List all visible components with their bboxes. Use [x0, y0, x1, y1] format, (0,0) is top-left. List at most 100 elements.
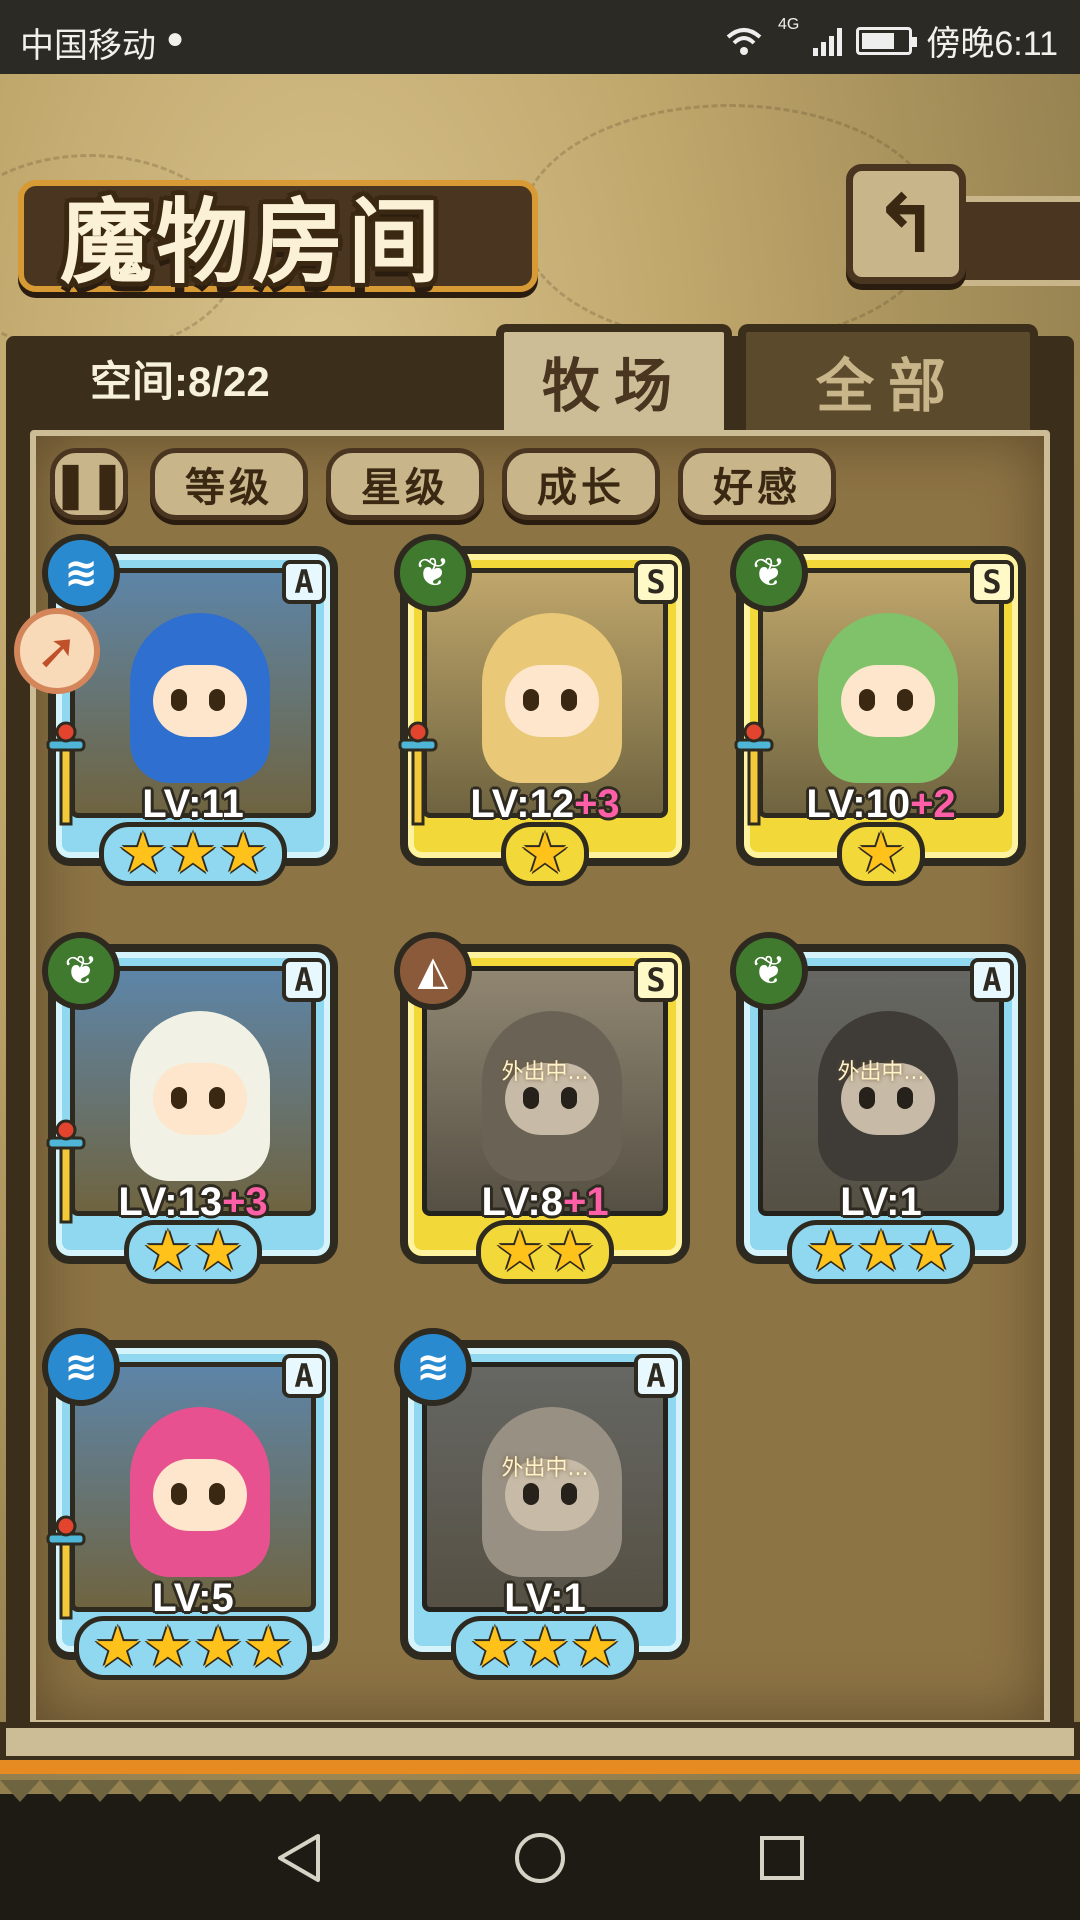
star-icon: ★: [243, 1615, 294, 1680]
star-plate: ★: [500, 821, 590, 886]
wifi-icon: [726, 27, 762, 55]
monster-face: [505, 665, 599, 737]
star-icon: ★: [494, 1219, 545, 1284]
water-element-icon: ≋: [394, 1328, 472, 1406]
monster-card[interactable]: A ≋ LV:11 ★ ★ ★: [42, 534, 338, 886]
star-rating: ★ ★ ★ ★: [48, 1616, 338, 1680]
monster-eye: [209, 1483, 225, 1505]
rank-badge: A: [282, 958, 326, 1002]
star-rating: ★: [400, 822, 690, 886]
monster-eye: [171, 1483, 187, 1505]
star-plate: ★ ★ ★: [450, 1615, 640, 1680]
game-screen: 中国移动 ● 4G 傍晚6:11 魔物房间 ↰ 空间:8/22 牧场 全部 ❚❚…: [0, 0, 1080, 1920]
star-icon: ★: [469, 1615, 520, 1680]
network-type: 4G: [778, 16, 800, 33]
status-icons: 4G 傍晚6:11: [724, 16, 1058, 65]
star-plate: ★ ★ ★: [98, 821, 288, 886]
rank-badge: A: [282, 560, 326, 604]
star-icon: ★: [142, 1615, 193, 1680]
panel-bottom-rail: [0, 1722, 1080, 1762]
rank-badge: A: [282, 1354, 326, 1398]
capacity-label: 空间:8/22: [90, 358, 270, 405]
star-icon: ★: [193, 1615, 244, 1680]
star-rating: ★ ★ ★: [400, 1616, 690, 1680]
leaf-element-icon: ❦: [42, 932, 120, 1010]
monster-portrait: [422, 568, 668, 818]
monster-card[interactable]: S ❦ LV:10+2 ★: [730, 534, 1026, 886]
monster-portrait: [758, 966, 1004, 1216]
star-icon: ★: [519, 821, 571, 886]
monster-card[interactable]: A ❦ 外出中... LV:1 ★ ★ ★: [730, 932, 1026, 1284]
nav-back-icon[interactable]: [272, 1830, 328, 1886]
tab-all[interactable]: 全部: [738, 324, 1038, 430]
sort-toggle-icon: ❚❚: [52, 458, 126, 510]
monster-portrait: [70, 966, 316, 1216]
leaf-element-icon: ❦: [730, 534, 808, 612]
monster-eye: [171, 689, 187, 711]
rank-badge: A: [970, 958, 1014, 1002]
sort-affection-button[interactable]: 好感: [678, 448, 836, 520]
monster-eye: [523, 1483, 539, 1505]
pointer-indicator-icon: ➚: [14, 608, 100, 694]
signal-icon: [813, 26, 843, 56]
star-plate: ★ ★ ★: [786, 1219, 976, 1284]
sort-toggle-button[interactable]: ❚❚: [50, 448, 128, 520]
level-value: LV:1: [840, 1180, 922, 1224]
monster-eye: [897, 689, 913, 711]
star-icon: ★: [570, 1615, 621, 1680]
star-icon: ★: [906, 1219, 957, 1284]
away-status: 外出中...: [501, 1456, 589, 1481]
star-plate: ★ ★: [475, 1219, 615, 1284]
leaf-element-icon: ❦: [730, 932, 808, 1010]
sort-star-button[interactable]: 星级: [326, 448, 484, 520]
level-value: LV:11: [142, 782, 244, 826]
nav-recents-icon[interactable]: [754, 1830, 810, 1886]
level-value: LV:8: [481, 1180, 563, 1224]
star-icon: ★: [167, 821, 219, 886]
star-icon: ★: [855, 1219, 907, 1284]
star-plate: ★: [836, 822, 926, 886]
tab-ranch[interactable]: 牧场: [496, 324, 732, 430]
level-value: LV:5: [152, 1576, 234, 1620]
star-icon: ★: [218, 821, 269, 886]
rank-badge: S: [634, 560, 678, 604]
level-bonus: +2: [910, 782, 956, 826]
level-value: LV:1: [504, 1576, 586, 1620]
nav-home-icon[interactable]: [512, 1830, 568, 1886]
monster-portrait: [70, 1362, 316, 1612]
monster-face: [153, 1459, 247, 1531]
rank-badge: S: [970, 560, 1014, 604]
level-value: LV:13: [118, 1180, 223, 1224]
earth-element-icon: ◭: [394, 932, 472, 1010]
star-rating: ★ ★: [400, 1220, 690, 1284]
monster-card[interactable]: S ❦ LV:12+3 ★: [394, 534, 690, 886]
zigzag-border-bottom: [0, 1780, 1080, 1802]
back-arrow-icon: ↰: [872, 177, 940, 271]
star-icon: ★: [805, 1219, 856, 1284]
star-icon: ★: [142, 1219, 193, 1284]
rank-badge: A: [634, 1354, 678, 1398]
monster-portrait: [758, 568, 1004, 818]
monster-eye: [561, 1483, 577, 1505]
sort-level-button[interactable]: 等级: [150, 448, 308, 520]
panel-bottom-trim: [0, 1760, 1080, 1774]
monster-eye: [561, 689, 577, 711]
star-rating: ★ ★ ★: [736, 1220, 1026, 1284]
monster-card[interactable]: S ◭ 外出中... LV:8+1 ★ ★: [394, 932, 690, 1284]
monster-eye: [561, 1087, 577, 1109]
back-button[interactable]: ↰: [846, 164, 966, 284]
monster-card[interactable]: A ≋ 外出中... LV:1 ★ ★ ★: [394, 1328, 690, 1680]
monster-eye: [859, 1087, 875, 1109]
sort-growth-button[interactable]: 成长: [502, 448, 660, 520]
monster-face: [153, 665, 247, 737]
rank-badge: S: [634, 958, 678, 1002]
monster-portrait: [422, 966, 668, 1216]
monster-card[interactable]: A ≋ LV:5 ★ ★ ★ ★: [42, 1328, 338, 1680]
monster-portrait: [70, 568, 316, 818]
water-element-icon: ≋: [42, 1328, 120, 1406]
level-bonus: +3: [574, 782, 620, 826]
page-title: 魔物房间: [60, 188, 445, 296]
monster-eye: [171, 1087, 187, 1109]
star-plate: ★ ★ ★ ★: [73, 1615, 313, 1680]
monster-card[interactable]: A ❦ LV:13+3 ★ ★: [42, 932, 338, 1284]
